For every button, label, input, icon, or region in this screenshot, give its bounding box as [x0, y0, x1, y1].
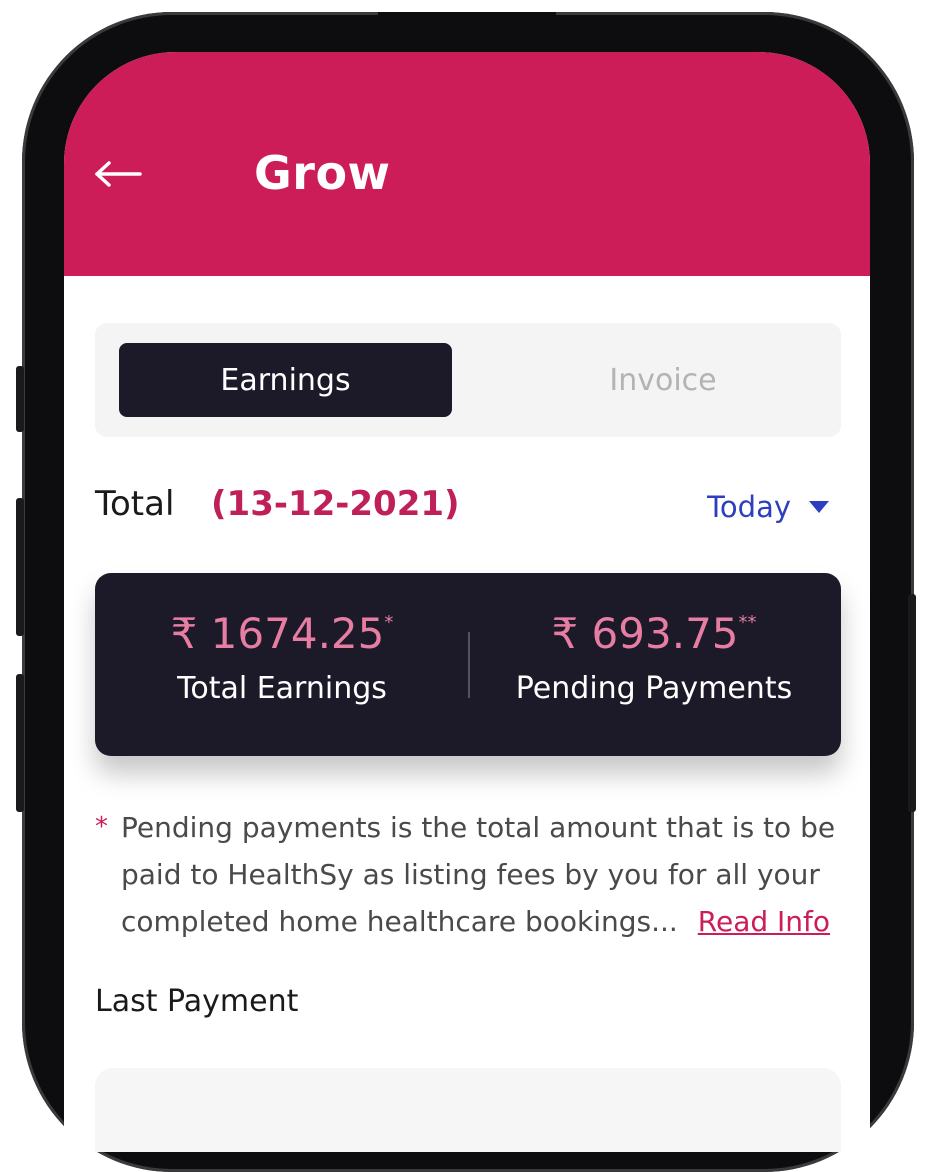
- phone-notch: [378, 12, 556, 32]
- phone-silent-switch: [16, 366, 24, 432]
- phone-volume-up-button: [16, 498, 24, 636]
- total-earnings-label: Total Earnings: [177, 671, 387, 707]
- read-info-link[interactable]: Read Info: [698, 905, 830, 938]
- note-text-block: Pending payments is the total amount tha…: [95, 804, 845, 945]
- caret-down-icon: [809, 501, 829, 513]
- phone-power-button: [908, 594, 916, 812]
- total-earnings-amount: ₹ 1674.25*: [170, 609, 394, 658]
- date-filter-dropdown[interactable]: Today: [707, 490, 829, 524]
- note-asterisk: *: [95, 812, 108, 842]
- pending-payments-amount: ₹ 693.75**: [551, 609, 757, 658]
- segmented-control: Earnings Invoice: [95, 323, 841, 437]
- summary-divider: [468, 632, 470, 698]
- app-header: Grow: [64, 52, 870, 276]
- date-filter-label: Today: [707, 490, 791, 524]
- pending-payments-note: * Pending payments is the total amount t…: [95, 804, 845, 945]
- pending-payments-block: ₹ 693.75** Pending Payments: [471, 609, 837, 707]
- tab-earnings[interactable]: Earnings: [119, 343, 452, 417]
- earnings-summary-card: ₹ 1674.25* Total Earnings ₹ 693.75** Pen…: [95, 573, 841, 756]
- phone-volume-down-button: [16, 674, 24, 812]
- last-payment-heading: Last Payment: [95, 984, 299, 1019]
- total-row: Total (13-12-2021) Today: [95, 484, 841, 528]
- total-earnings-block: ₹ 1674.25* Total Earnings: [99, 609, 465, 707]
- total-label: Total: [95, 484, 175, 524]
- tab-invoice[interactable]: Invoice: [495, 343, 831, 417]
- app-screen: Grow Earnings Invoice Total (13-12-2021)…: [64, 52, 870, 1152]
- arrow-left-icon[interactable]: [94, 160, 142, 188]
- pending-payments-label: Pending Payments: [515, 671, 793, 707]
- total-date: (13-12-2021): [211, 484, 460, 524]
- last-payment-card: [95, 1068, 841, 1152]
- page-title: Grow: [254, 146, 391, 200]
- pending-payments-footnote-mark: **: [738, 612, 757, 633]
- total-earnings-footnote-mark: *: [384, 612, 394, 633]
